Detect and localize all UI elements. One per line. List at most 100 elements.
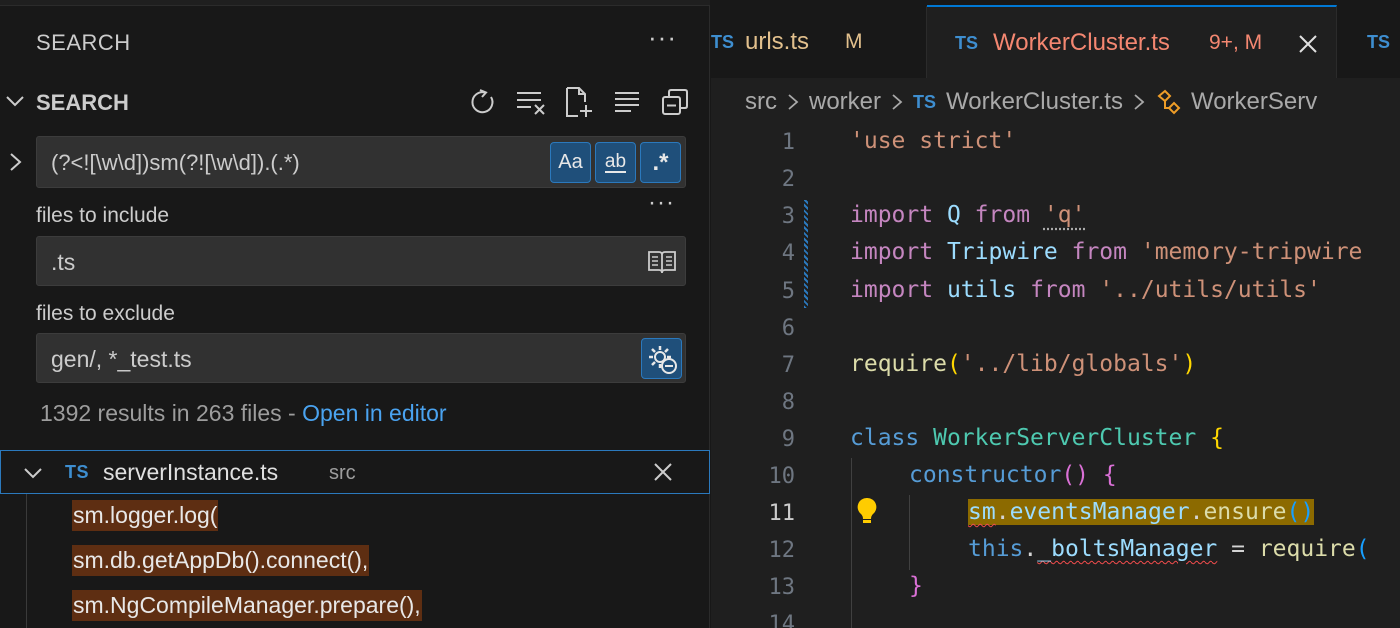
token-keyword: import xyxy=(850,239,934,265)
token-identifier: utils xyxy=(946,277,1017,303)
ts-file-icon: TS xyxy=(711,32,735,52)
token-keyword: from xyxy=(1030,277,1086,303)
files-to-exclude-input[interactable]: gen/, *_test.ts xyxy=(36,333,686,383)
line-number: 6 xyxy=(781,316,795,341)
section-label: SEARCH xyxy=(36,90,129,115)
ts-file-icon: TS xyxy=(1367,32,1391,52)
token-string: 'use strict' xyxy=(850,128,1017,154)
file-result-row[interactable]: TS serverInstance.ts src xyxy=(0,450,710,494)
exclude-value: gen/, *_test.ts xyxy=(51,346,192,372)
tab-status: M xyxy=(845,30,863,53)
results-summary: 1392 results in 263 files - Open in edit… xyxy=(40,400,447,427)
token-function: ensure xyxy=(1203,499,1287,525)
tab-urls[interactable]: TS urls.ts M xyxy=(711,6,927,78)
clear-results-button[interactable] xyxy=(514,86,548,118)
close-icon[interactable] xyxy=(1297,33,1319,55)
token-identifier: Tripwire xyxy=(946,239,1058,265)
search-sidebar: SEARCH ··· SEARCH (?<![\w\d])sm(?![\w\d]… xyxy=(0,0,710,628)
new-search-editor-button[interactable] xyxy=(562,86,596,118)
token-bracket: } xyxy=(909,573,923,599)
token-keyword: import xyxy=(850,277,934,303)
token-bracket: ( xyxy=(946,351,961,377)
line-number: 9 xyxy=(781,427,795,452)
indent-guide xyxy=(851,458,852,628)
toggle-replace-icon[interactable] xyxy=(6,150,26,174)
ts-file-icon: TS xyxy=(955,33,979,53)
breadcrumb-item[interactable]: worker xyxy=(809,88,881,116)
line-number: 8 xyxy=(781,390,795,415)
ts-file-icon: TS xyxy=(913,91,937,112)
line-number: 3 xyxy=(781,204,795,229)
match-item[interactable]: sm.NgCompileManager.prepare(), xyxy=(72,590,422,621)
symbol-class-icon xyxy=(1157,89,1181,115)
view-more-actions-icon[interactable]: ··· xyxy=(648,22,677,53)
code-line[interactable]: constructor() { xyxy=(909,462,1117,488)
token-identifier: sm xyxy=(968,499,996,525)
match-item[interactable]: sm.db.getAppDb().connect(), xyxy=(72,545,370,576)
gutter-modified-indicator[interactable] xyxy=(804,200,808,308)
whole-word-label: ab xyxy=(604,150,627,173)
use-exclude-settings-button[interactable] xyxy=(641,338,682,379)
book-icon[interactable] xyxy=(647,248,677,276)
tab-workercluster[interactable]: TS WorkerCluster.ts 9+, M xyxy=(927,5,1337,78)
line-number-current: 11 xyxy=(768,501,796,526)
file-name: serverInstance.ts xyxy=(103,459,279,485)
collapse-all-button[interactable] xyxy=(658,86,692,118)
close-icon[interactable] xyxy=(651,460,675,484)
match-whole-word-button[interactable]: ab xyxy=(595,142,636,183)
gear-exclude-icon xyxy=(648,345,677,374)
open-in-editor-link[interactable]: Open in editor xyxy=(302,400,446,426)
breadcrumb-item[interactable]: src xyxy=(745,88,777,116)
refresh-icon xyxy=(471,89,494,114)
tab-label: WorkerCluster.ts xyxy=(993,29,1170,56)
line-number: 12 xyxy=(768,538,796,563)
code-line[interactable]: import Q from 'q' xyxy=(850,202,1085,228)
breadcrumb: src worker TS WorkerCluster.ts WorkerSer… xyxy=(745,86,1317,118)
token-punctuation: . xyxy=(1023,536,1038,562)
view-as-tree-icon xyxy=(615,92,639,112)
token-function: require xyxy=(850,351,947,377)
token-punctuation: . xyxy=(1189,499,1204,525)
view-as-tree-button[interactable] xyxy=(610,86,644,118)
lightbulb-icon[interactable] xyxy=(854,496,880,526)
code-line[interactable]: this._boltsManager = require( xyxy=(968,536,1370,562)
line-number: 2 xyxy=(781,167,795,192)
breadcrumb-item[interactable]: WorkerCluster.ts xyxy=(946,88,1123,116)
find-highlight: sm.eventsManager.ensure() xyxy=(968,499,1315,525)
use-regex-button[interactable]: .* xyxy=(640,142,681,183)
refresh-button[interactable] xyxy=(466,86,500,118)
token-class-name: WorkerServerCluster xyxy=(933,425,1197,451)
token-function: require xyxy=(1258,536,1356,562)
token-identifier: Q xyxy=(946,202,961,228)
match-item[interactable]: sm.logger.log( xyxy=(72,500,219,531)
line-number: 10 xyxy=(768,464,796,489)
code-line[interactable]: class WorkerServerCluster { xyxy=(850,425,1224,451)
line-number: 14 xyxy=(768,612,796,628)
token-punctuation: . xyxy=(995,499,1010,525)
token-property: _boltsManager xyxy=(1037,536,1218,562)
line-number: 4 xyxy=(781,241,795,266)
code-line[interactable]: } xyxy=(909,573,923,599)
files-to-include-input[interactable]: .ts xyxy=(36,236,686,286)
breadcrumb-item[interactable]: WorkerServ xyxy=(1191,88,1317,116)
collapse-all-icon xyxy=(662,89,688,115)
search-section-header[interactable]: SEARCH xyxy=(0,82,710,122)
token-keyword: from xyxy=(974,202,1031,228)
toggle-search-details-icon[interactable]: ··· xyxy=(648,189,675,217)
editor-area: TS urls.ts M TS WorkerCluster.ts 9+, M T… xyxy=(711,0,1400,628)
code-line-current[interactable]: sm.eventsManager.ensure() xyxy=(968,499,1315,525)
code-line[interactable]: import utils from '../utils/utils' xyxy=(850,277,1321,303)
token-bracket: () xyxy=(1061,462,1090,488)
ts-file-icon: TS xyxy=(65,462,90,482)
token-string: 'q' xyxy=(1043,202,1086,228)
code-line[interactable]: require('../lib/globals') xyxy=(850,351,1196,377)
match-case-button[interactable]: Aa xyxy=(550,142,591,183)
search-input[interactable]: (?<![\w\d])sm(?![\w\d]).(.*) Aa ab .* xyxy=(36,136,686,188)
token-bracket: ) xyxy=(1182,351,1197,377)
tab-next[interactable]: TS xyxy=(1337,6,1400,78)
token-property: eventsManager xyxy=(1009,499,1190,525)
clear-results-icon xyxy=(517,92,545,115)
search-actions xyxy=(466,86,692,118)
code-line[interactable]: 'use strict' xyxy=(850,128,1016,154)
code-line[interactable]: import Tripwire from 'memory-tripwire xyxy=(850,239,1362,265)
